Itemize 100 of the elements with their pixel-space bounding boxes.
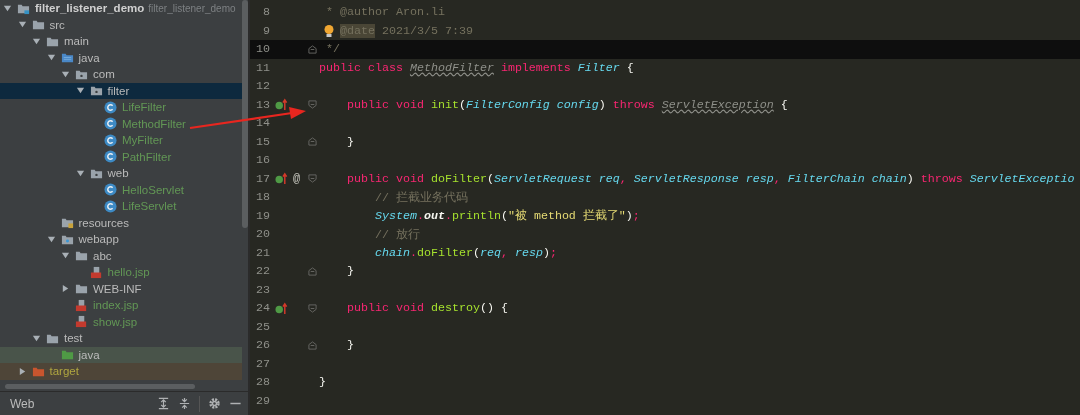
item-label: resources (78, 216, 129, 229)
fold-marker-icon[interactable] (308, 44, 317, 54)
jsp-file-icon (75, 298, 88, 312)
fold-marker-icon[interactable] (308, 174, 317, 184)
code-line: // 放行 (373, 226, 420, 242)
line-number: 13 (255, 97, 270, 112)
item-label: src (49, 18, 65, 31)
item-label: java (78, 348, 100, 361)
line-number: 29 (255, 393, 270, 408)
folder-icon (31, 18, 45, 32)
code-line: } (319, 375, 326, 390)
jsp-file-icon (89, 265, 103, 279)
expand-arrow-icon[interactable] (32, 333, 41, 343)
expand-arrow-icon[interactable] (17, 20, 27, 30)
tree-item[interactable]: java (0, 49, 242, 66)
tree-item[interactable]: src (0, 16, 242, 33)
line-number: 17 (255, 171, 270, 186)
fold-marker-icon[interactable] (308, 137, 317, 147)
tree-item[interactable]: filter_listener_demo filter_listener_demo (0, 0, 242, 17)
item-label: MethodFilter (122, 117, 186, 130)
folder-icon (75, 282, 88, 296)
fold-marker-icon[interactable] (308, 303, 317, 313)
item-label: WEB-INF (93, 282, 142, 295)
expand-arrow-icon[interactable] (17, 366, 27, 376)
fold-marker-icon[interactable] (308, 100, 317, 110)
fold-marker-icon[interactable] (308, 340, 317, 350)
tree-item[interactable]: show.jsp (0, 313, 242, 330)
code-line: public void init(FilterConfig config) throws ServletException { (345, 97, 788, 112)
tree-item[interactable]: test (0, 330, 242, 347)
line-number: 8 (262, 5, 270, 20)
tree-item[interactable]: MyFilter (0, 132, 242, 149)
line-number: 16 (255, 153, 270, 168)
code-line: // 拦截业务代码 (373, 189, 468, 205)
tree-item[interactable]: java (0, 346, 242, 363)
tree-item[interactable]: HelloServlet (0, 181, 242, 198)
line-number: 27 (255, 356, 270, 371)
tree-item[interactable]: WEB-INF (0, 280, 242, 297)
collapse-all-icon[interactable] (178, 397, 191, 410)
scrollbar[interactable] (242, 0, 248, 228)
class-icon (104, 100, 117, 114)
implements-marker-icon[interactable] (274, 98, 290, 112)
annotation-marker[interactable]: @ (293, 171, 301, 186)
tree-item[interactable]: filter (0, 82, 242, 99)
expand-arrow-icon[interactable] (75, 168, 85, 178)
item-label: java (78, 51, 100, 64)
implements-marker-icon[interactable] (274, 172, 290, 186)
folder-icon (75, 249, 88, 263)
module-path: filter_listener_demo (148, 2, 236, 14)
line-number: 15 (255, 134, 270, 149)
expand-arrow-icon[interactable] (61, 284, 70, 294)
code-line: } (345, 264, 354, 279)
expand-arrow-icon[interactable] (3, 3, 12, 13)
fold-marker-icon[interactable] (308, 266, 317, 276)
tree-item[interactable]: web (0, 165, 242, 182)
line-number: 23 (255, 282, 270, 297)
class-icon (104, 133, 117, 147)
item-label: test (64, 332, 83, 345)
expand-arrow-icon[interactable] (75, 86, 85, 96)
tree-item[interactable]: PathFilter (0, 148, 242, 165)
tree-item[interactable]: MethodFilter (0, 115, 242, 132)
code-line: chain.doFilter(req, resp); (373, 245, 557, 260)
tree-item[interactable]: LifeServlet (0, 198, 242, 215)
expand-arrow-icon[interactable] (46, 234, 56, 244)
lightbulb-icon[interactable] (323, 23, 336, 38)
tree-item[interactable]: abc (0, 247, 242, 264)
code-line: } (345, 338, 354, 353)
tree-item[interactable]: resources (0, 214, 242, 231)
settings-icon[interactable] (208, 397, 221, 410)
scrollbar[interactable] (5, 384, 195, 389)
code-line: public void doFilter(ServletRequest req, ServletResponse resp, FilterChain chain) throws ServletExceptio (345, 171, 1075, 186)
line-number: 22 (255, 264, 270, 279)
expand-arrow-icon[interactable] (46, 53, 56, 63)
class-icon (104, 150, 117, 164)
item-label: MyFilter (122, 134, 163, 147)
code-line: } (345, 134, 354, 149)
tree-item[interactable]: webapp (0, 231, 242, 248)
tree-item[interactable]: hello.jsp (0, 264, 242, 281)
line-number: 24 (255, 301, 270, 316)
item-label: main (64, 35, 89, 48)
line-number: 9 (262, 23, 270, 38)
class-icon (104, 117, 117, 131)
item-label: webapp (78, 233, 119, 246)
tree-item[interactable]: LifeFilter (0, 99, 242, 116)
expand-arrow-icon[interactable] (32, 36, 41, 46)
line-number: 28 (255, 375, 270, 390)
expand-all-icon[interactable] (157, 397, 170, 410)
tree-item[interactable]: index.jsp (0, 297, 242, 314)
item-label: PathFilter (122, 150, 172, 163)
tree-item[interactable]: com (0, 66, 242, 83)
line-number: 10 (255, 42, 270, 57)
implements-marker-icon[interactable] (274, 301, 290, 315)
item-label: web (107, 167, 129, 180)
line-number: 25 (255, 319, 270, 334)
tree-item[interactable]: target (0, 363, 242, 380)
item-label: LifeFilter (122, 101, 167, 114)
expand-arrow-icon[interactable] (61, 69, 70, 79)
tree-item[interactable]: main (0, 33, 242, 50)
expand-arrow-icon[interactable] (61, 251, 70, 261)
item-label: index.jsp (93, 299, 139, 312)
code-line: */ (325, 42, 340, 57)
